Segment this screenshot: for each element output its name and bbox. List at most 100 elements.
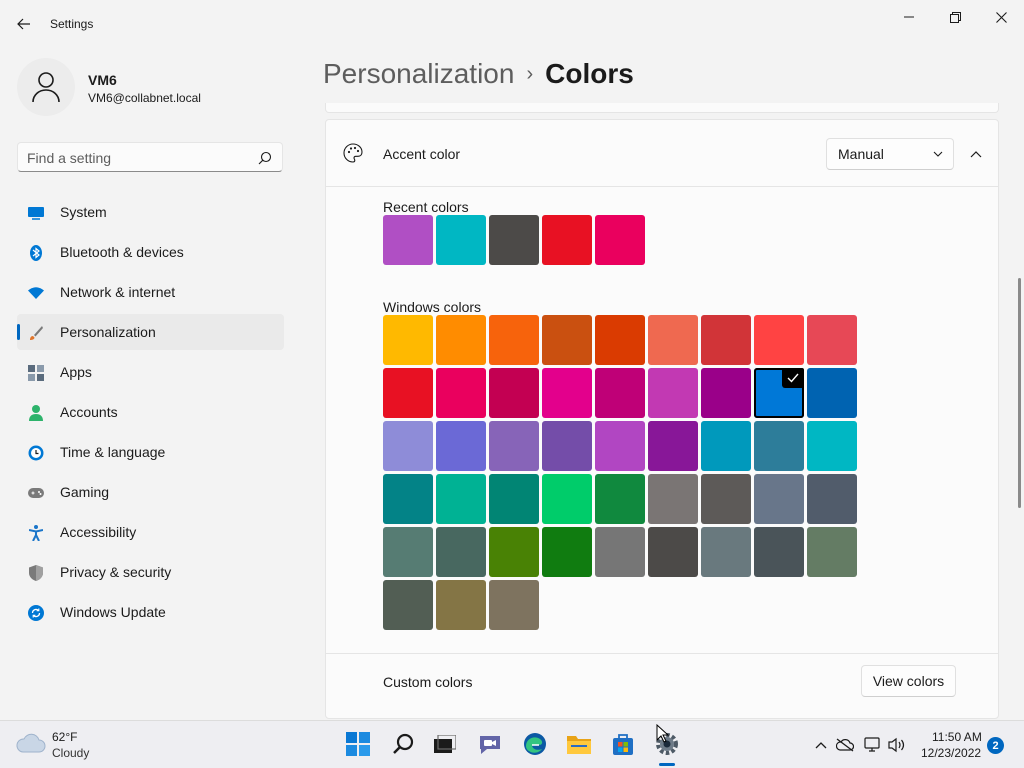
sidebar-item-windows-update[interactable]: Windows Update: [17, 594, 284, 630]
windows-color-swatch[interactable]: [489, 580, 539, 630]
windows-color-swatch[interactable]: [436, 421, 486, 471]
windows-color-swatch[interactable]: [595, 527, 645, 577]
sidebar-item-accounts[interactable]: Accounts: [17, 394, 284, 430]
windows-color-swatch[interactable]: [701, 315, 751, 365]
windows-color-swatch[interactable]: [436, 315, 486, 365]
windows-color-swatch[interactable]: [542, 315, 592, 365]
breadcrumb-parent[interactable]: Personalization: [323, 58, 514, 89]
windows-color-swatch[interactable]: [383, 421, 433, 471]
avatar[interactable]: [17, 58, 75, 116]
back-button[interactable]: [10, 12, 38, 36]
windows-color-swatch[interactable]: [542, 474, 592, 524]
selected-color-swatch[interactable]: [754, 368, 804, 418]
sidebar-item-personalization[interactable]: Personalization: [17, 314, 284, 350]
windows-color-swatch[interactable]: [542, 368, 592, 418]
network-tray-button[interactable]: [863, 735, 883, 755]
restore-icon: [949, 11, 961, 23]
windows-color-swatch[interactable]: [648, 527, 698, 577]
windows-color-swatch[interactable]: [595, 421, 645, 471]
sidebar-item-network[interactable]: Network & internet: [17, 274, 284, 310]
windows-color-swatch[interactable]: [648, 368, 698, 418]
recent-color-swatch[interactable]: [595, 215, 645, 265]
onedrive-offline-icon: [836, 738, 854, 752]
sidebar-item-time-language[interactable]: Time & language: [17, 434, 284, 470]
windows-color-swatch[interactable]: [489, 527, 539, 577]
windows-color-swatch[interactable]: [648, 315, 698, 365]
start-button[interactable]: [344, 730, 372, 758]
windows-color-swatch[interactable]: [383, 474, 433, 524]
recent-color-swatch[interactable]: [383, 215, 433, 265]
recent-color-swatch[interactable]: [542, 215, 592, 265]
chevron-up-icon: [970, 151, 982, 158]
windows-color-swatch[interactable]: [383, 580, 433, 630]
windows-color-swatch[interactable]: [436, 474, 486, 524]
collapse-button[interactable]: [962, 140, 990, 168]
search-input[interactable]: [27, 149, 247, 167]
edge-button[interactable]: [521, 730, 549, 758]
windows-color-swatch[interactable]: [436, 580, 486, 630]
sidebar-item-bluetooth[interactable]: Bluetooth & devices: [17, 234, 284, 270]
windows-color-swatch[interactable]: [701, 527, 751, 577]
mouse-cursor-icon: [656, 724, 670, 743]
windows-color-swatch[interactable]: [648, 474, 698, 524]
recent-color-swatch[interactable]: [436, 215, 486, 265]
chat-button[interactable]: [476, 730, 504, 758]
close-button[interactable]: [978, 2, 1024, 32]
accent-color-header[interactable]: Accent color Manual: [326, 120, 998, 187]
windows-color-swatch[interactable]: [383, 315, 433, 365]
file-explorer-button[interactable]: [565, 730, 593, 758]
onedrive-tray-button[interactable]: [835, 735, 855, 755]
windows-color-swatch[interactable]: [489, 474, 539, 524]
windows-color-swatch[interactable]: [754, 527, 804, 577]
scrollbar[interactable]: [1018, 278, 1021, 508]
notification-badge[interactable]: 2: [987, 737, 1004, 754]
sidebar-item-system[interactable]: System: [17, 194, 284, 230]
clock-globe-icon: [28, 445, 44, 461]
windows-color-swatch[interactable]: [595, 315, 645, 365]
store-button[interactable]: [609, 730, 637, 758]
windows-color-swatch[interactable]: [754, 315, 804, 365]
sidebar-item-gaming[interactable]: Gaming: [17, 474, 284, 510]
cloud-icon[interactable]: [16, 732, 46, 754]
view-colors-button[interactable]: View colors: [861, 665, 956, 697]
windows-color-swatch[interactable]: [383, 368, 433, 418]
weather-temperature[interactable]: 62°F: [52, 730, 77, 744]
sidebar-item-privacy[interactable]: Privacy & security: [17, 554, 284, 590]
taskbar-search-button[interactable]: [389, 730, 417, 758]
windows-color-swatch[interactable]: [542, 527, 592, 577]
task-view-button[interactable]: [431, 730, 459, 758]
windows-color-swatch[interactable]: [807, 421, 857, 471]
windows-color-swatch[interactable]: [701, 421, 751, 471]
windows-color-swatch[interactable]: [754, 421, 804, 471]
volume-tray-button[interactable]: [887, 735, 907, 755]
update-icon: [28, 605, 44, 621]
windows-color-swatch[interactable]: [807, 474, 857, 524]
windows-color-swatch[interactable]: [489, 315, 539, 365]
restore-button[interactable]: [932, 2, 978, 32]
windows-color-swatch[interactable]: [436, 368, 486, 418]
windows-color-swatch[interactable]: [807, 315, 857, 365]
windows-color-swatch[interactable]: [648, 421, 698, 471]
accent-mode-dropdown[interactable]: Manual: [826, 138, 954, 170]
weather-description[interactable]: Cloudy: [52, 746, 89, 760]
windows-color-swatch[interactable]: [701, 368, 751, 418]
windows-color-swatch[interactable]: [754, 474, 804, 524]
windows-color-swatch[interactable]: [807, 368, 857, 418]
windows-color-swatch[interactable]: [595, 368, 645, 418]
recent-color-swatch[interactable]: [489, 215, 539, 265]
clock-date[interactable]: 12/23/2022: [921, 746, 981, 760]
windows-color-swatch[interactable]: [383, 527, 433, 577]
windows-color-swatch[interactable]: [807, 527, 857, 577]
windows-color-swatch[interactable]: [542, 421, 592, 471]
windows-color-swatch[interactable]: [436, 527, 486, 577]
show-hidden-icons-button[interactable]: [811, 735, 831, 755]
windows-color-swatch[interactable]: [489, 368, 539, 418]
sidebar-item-apps[interactable]: Apps: [17, 354, 284, 390]
clock-time[interactable]: 11:50 AM: [932, 730, 982, 744]
minimize-button[interactable]: [886, 2, 932, 32]
search-box[interactable]: [17, 142, 283, 172]
windows-color-swatch[interactable]: [701, 474, 751, 524]
windows-color-swatch[interactable]: [595, 474, 645, 524]
sidebar-item-accessibility[interactable]: Accessibility: [17, 514, 284, 550]
windows-color-swatch[interactable]: [489, 421, 539, 471]
